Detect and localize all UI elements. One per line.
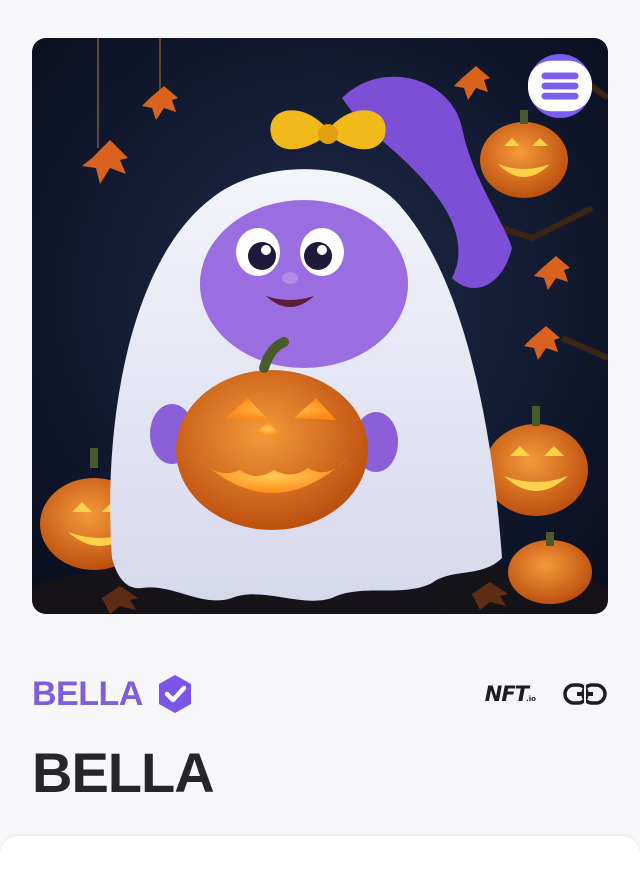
enjin-logo-icon[interactable] [528, 54, 592, 118]
details-card [0, 836, 640, 876]
verified-check-icon [158, 675, 191, 713]
collection-row: BELLA NFT .io [32, 672, 608, 716]
nftio-logo-suffix: .io [526, 695, 536, 703]
page-title: BELLA [32, 741, 215, 804]
collection-name-link[interactable]: BELLA [32, 675, 143, 714]
nftio-logo-text: NFT [484, 682, 529, 706]
nftio-logo-button[interactable]: NFT .io [484, 682, 536, 706]
nft-artwork-image[interactable] [32, 38, 608, 614]
link-icon[interactable] [562, 681, 608, 707]
